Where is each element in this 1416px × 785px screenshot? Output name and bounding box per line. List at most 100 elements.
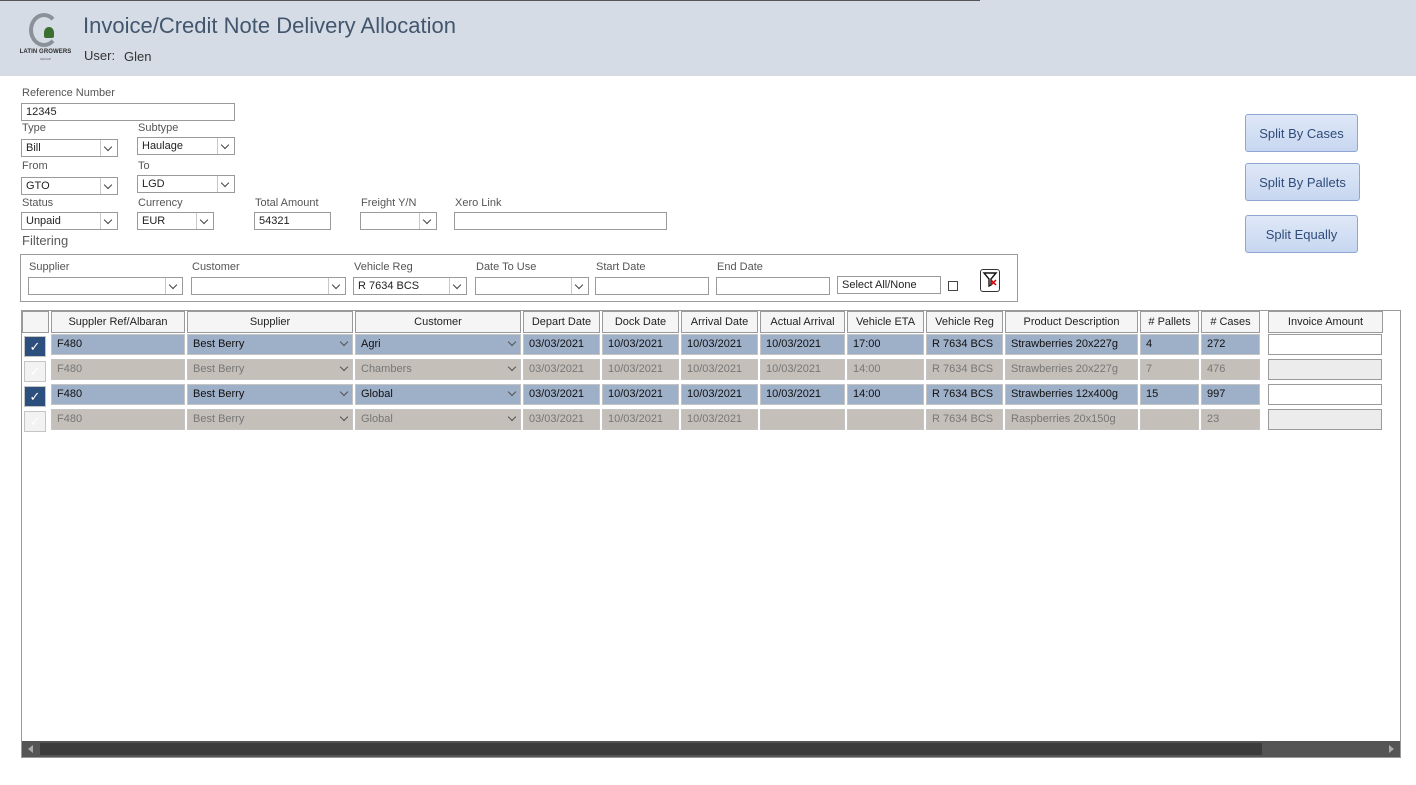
cell-customer[interactable]: Global (355, 409, 521, 430)
cell-supplier[interactable]: Best Berry (187, 334, 353, 355)
col-header-product-description[interactable]: Product Description (1005, 311, 1138, 333)
cell-supplier-ref[interactable]: F480 (51, 359, 185, 380)
col-header-dock-date[interactable]: Dock Date (602, 311, 679, 333)
cell-vehicle-reg[interactable]: R 7634 BCS (926, 334, 1003, 355)
cell-dock-date[interactable]: 10/03/2021 (602, 384, 679, 405)
chevron-down-icon[interactable] (337, 411, 351, 428)
col-header-cases[interactable]: # Cases (1201, 311, 1260, 333)
col-header-invoice-amount[interactable]: Invoice Amount (1268, 311, 1383, 333)
select-all-checkbox[interactable] (948, 281, 958, 291)
cell-vehicle-eta[interactable]: 17:00 (847, 334, 924, 355)
cell-cases[interactable]: 476 (1201, 359, 1260, 380)
cell-arrival-date[interactable]: 10/03/2021 (681, 409, 758, 430)
cell-pallets[interactable]: 7 (1140, 359, 1199, 380)
chevron-down-icon[interactable] (505, 336, 519, 353)
chevron-down-icon[interactable] (505, 411, 519, 428)
row-select-checkbox[interactable]: ✓ (24, 411, 46, 432)
cell-invoice-amount-input[interactable] (1268, 384, 1382, 405)
cell-depart-date[interactable]: 03/03/2021 (523, 359, 600, 380)
cell-supplier[interactable]: Best Berry (187, 409, 353, 430)
chevron-down-icon[interactable] (449, 278, 466, 294)
cell-vehicle-reg[interactable]: R 7634 BCS (926, 359, 1003, 380)
filter-clear-icon[interactable] (980, 269, 1000, 292)
cell-actual-arrival[interactable] (760, 409, 845, 430)
cell-pallets[interactable] (1140, 409, 1199, 430)
cell-pallets[interactable]: 15 (1140, 384, 1199, 405)
filter-start-date-input[interactable] (595, 277, 709, 295)
cell-supplier[interactable]: Best Berry (187, 359, 353, 380)
cell-supplier-ref[interactable]: F480 (51, 384, 185, 405)
cell-vehicle-eta[interactable]: 14:00 (847, 384, 924, 405)
to-select[interactable]: LGD (137, 175, 235, 193)
split-by-pallets-button[interactable]: Split By Pallets (1245, 163, 1360, 201)
chevron-down-icon[interactable] (505, 361, 519, 378)
cell-customer[interactable]: Agri (355, 334, 521, 355)
cell-cases[interactable]: 23 (1201, 409, 1260, 430)
col-header-customer[interactable]: Customer (355, 311, 521, 333)
row-select-checkbox[interactable]: ✓ (24, 386, 46, 407)
cell-invoice-amount-input[interactable] (1268, 334, 1382, 355)
reference-input[interactable]: 12345 (21, 103, 235, 121)
col-header-arrival-date[interactable]: Arrival Date (681, 311, 758, 333)
cell-vehicle-eta[interactable] (847, 409, 924, 430)
status-select[interactable]: Unpaid (21, 212, 118, 230)
chevron-down-icon[interactable] (571, 278, 588, 294)
cell-cases[interactable]: 272 (1201, 334, 1260, 355)
cell-vehicle-reg[interactable]: R 7634 BCS (926, 384, 1003, 405)
col-header-pallets[interactable]: # Pallets (1140, 311, 1199, 333)
cell-product-description[interactable]: Strawberries 12x400g (1005, 384, 1138, 405)
cell-arrival-date[interactable]: 10/03/2021 (681, 384, 758, 405)
horizontal-scrollbar[interactable] (22, 741, 1400, 757)
filter-customer-select[interactable] (191, 277, 346, 295)
cell-cases[interactable]: 997 (1201, 384, 1260, 405)
chevron-down-icon[interactable] (337, 336, 351, 353)
xero-link-input[interactable] (454, 212, 667, 230)
cell-customer[interactable]: Chambers (355, 359, 521, 380)
scroll-left-icon[interactable] (28, 745, 33, 753)
subtype-select[interactable]: Haulage (137, 137, 235, 155)
chevron-down-icon[interactable] (217, 176, 234, 192)
chevron-down-icon[interactable] (165, 278, 182, 294)
chevron-down-icon[interactable] (217, 138, 234, 154)
row-select-checkbox[interactable]: ✓ (24, 361, 46, 382)
cell-product-description[interactable]: Strawberries 20x227g (1005, 334, 1138, 355)
chevron-down-icon[interactable] (100, 140, 117, 156)
cell-dock-date[interactable]: 10/03/2021 (602, 334, 679, 355)
cell-vehicle-eta[interactable]: 14:00 (847, 359, 924, 380)
cell-vehicle-reg[interactable]: R 7634 BCS (926, 409, 1003, 430)
chevron-down-icon[interactable] (419, 213, 436, 229)
cell-depart-date[interactable]: 03/03/2021 (523, 384, 600, 405)
col-header-supplier-ref[interactable]: Suppler Ref/Albaran (51, 311, 185, 333)
cell-depart-date[interactable]: 03/03/2021 (523, 409, 600, 430)
cell-supplier-ref[interactable]: F480 (51, 334, 185, 355)
cell-invoice-amount-input[interactable] (1268, 409, 1382, 430)
cell-actual-arrival[interactable]: 10/03/2021 (760, 359, 845, 380)
cell-supplier[interactable]: Best Berry (187, 384, 353, 405)
cell-customer[interactable]: Global (355, 384, 521, 405)
split-equally-button[interactable]: Split Equally (1245, 215, 1358, 253)
scrollbar-thumb[interactable] (40, 743, 1262, 755)
chevron-down-icon[interactable] (100, 178, 117, 194)
freight-select[interactable] (360, 212, 437, 230)
total-amount-input[interactable]: 54321 (254, 212, 331, 230)
col-header-supplier[interactable]: Supplier (187, 311, 353, 333)
col-header-vehicle-reg[interactable]: Vehicle Reg (926, 311, 1003, 333)
filter-date-to-use-select[interactable] (475, 277, 589, 295)
select-all-none-button[interactable]: Select All/None (837, 276, 941, 294)
chevron-down-icon[interactable] (505, 386, 519, 403)
cell-invoice-amount-input[interactable] (1268, 359, 1382, 380)
row-select-checkbox[interactable]: ✓ (24, 336, 46, 357)
select-column-header[interactable] (22, 311, 49, 333)
cell-dock-date[interactable]: 10/03/2021 (602, 409, 679, 430)
chevron-down-icon[interactable] (196, 213, 213, 229)
cell-supplier-ref[interactable]: F480 (51, 409, 185, 430)
chevron-down-icon[interactable] (337, 361, 351, 378)
filter-supplier-select[interactable] (28, 277, 183, 295)
cell-pallets[interactable]: 4 (1140, 334, 1199, 355)
scroll-right-icon[interactable] (1389, 745, 1394, 753)
split-by-cases-button[interactable]: Split By Cases (1245, 114, 1358, 152)
currency-select[interactable]: EUR (137, 212, 214, 230)
col-header-vehicle-eta[interactable]: Vehicle ETA (847, 311, 924, 333)
type-select[interactable]: Bill (21, 139, 118, 157)
cell-actual-arrival[interactable]: 10/03/2021 (760, 334, 845, 355)
